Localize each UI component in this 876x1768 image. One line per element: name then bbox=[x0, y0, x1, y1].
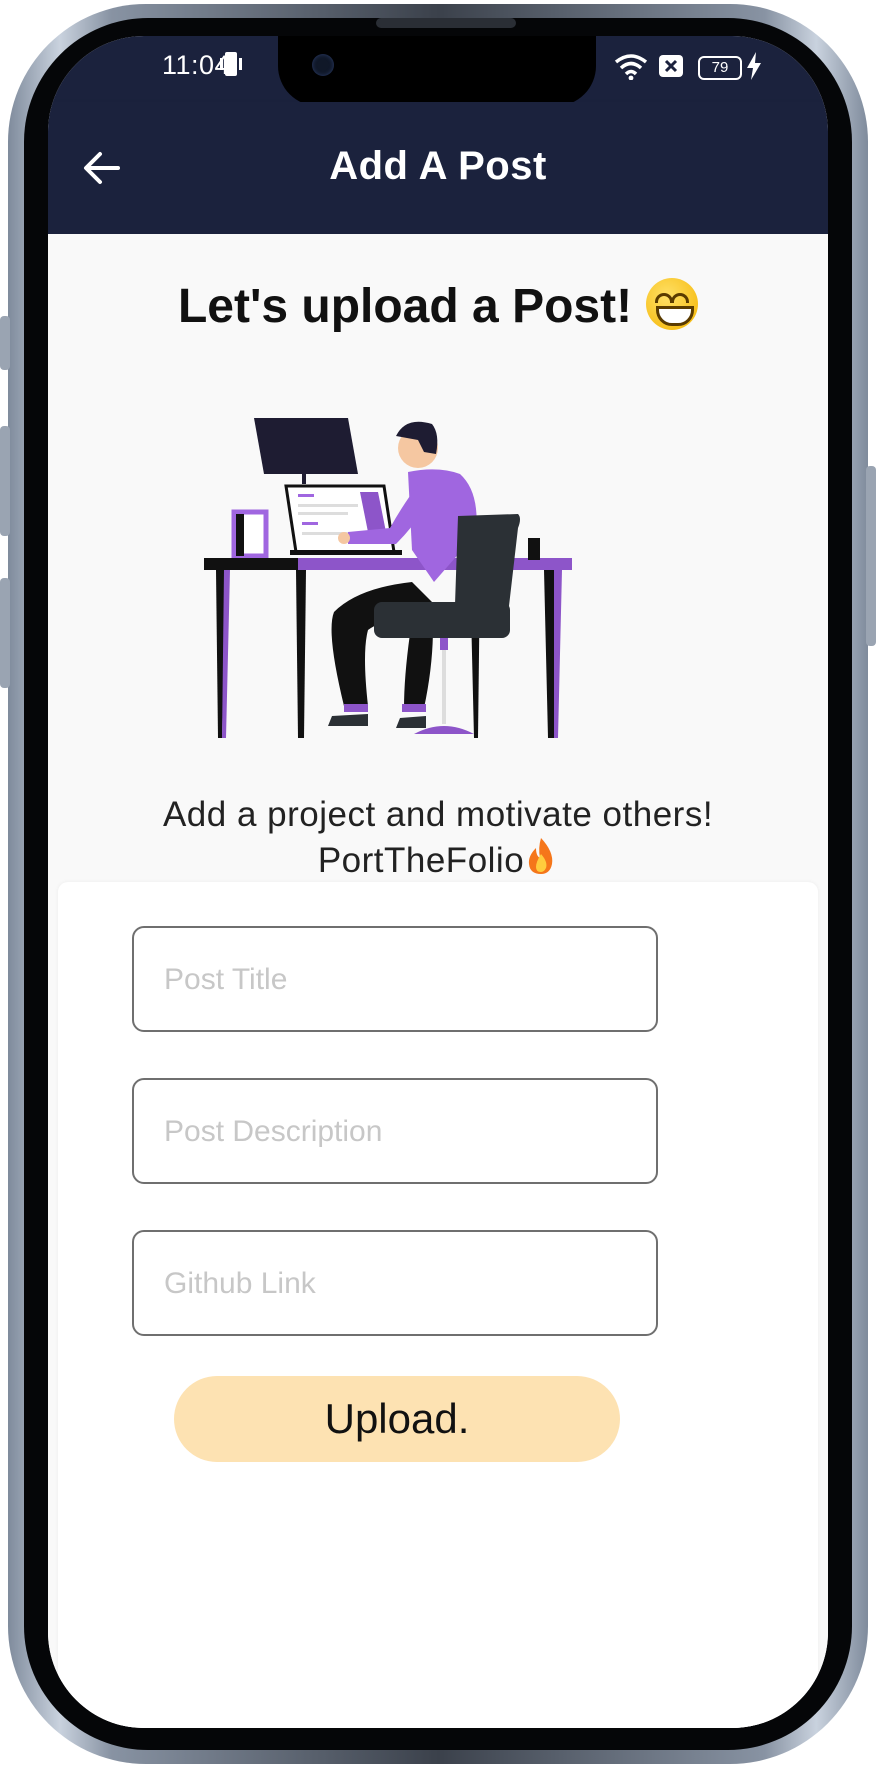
person-at-desk-illustration bbox=[204, 418, 572, 738]
subtitle: Add a project and motivate others! PortT… bbox=[48, 794, 828, 882]
post-form-card: Upload. bbox=[58, 882, 818, 1728]
upload-button[interactable]: Upload. bbox=[174, 1376, 620, 1462]
side-button-volume-down bbox=[0, 578, 10, 688]
headline: Let's upload a Post! bbox=[48, 278, 828, 334]
subtitle-line-2: PortTheFolio bbox=[317, 841, 525, 880]
github-link-input[interactable] bbox=[162, 1232, 626, 1336]
headline-text: Let's upload a Post! bbox=[177, 280, 633, 333]
post-title-field bbox=[132, 926, 658, 1032]
post-description-field bbox=[132, 1078, 658, 1184]
page-title: Add A Post bbox=[329, 144, 547, 188]
github-link-field bbox=[132, 1230, 658, 1336]
wifi-icon bbox=[614, 52, 648, 85]
subtitle-line-2-wrap: PortTheFolio bbox=[48, 836, 828, 882]
status-bar: 11:04 79 bbox=[48, 36, 828, 106]
post-title-input[interactable] bbox=[162, 928, 626, 1032]
front-camera bbox=[312, 54, 334, 76]
charging-icon bbox=[746, 52, 762, 85]
battery-indicator: 79 bbox=[698, 56, 742, 80]
subtitle-line-1: Add a project and motivate others! bbox=[162, 795, 714, 834]
main-content: Let's upload a Post! Add a project and m… bbox=[48, 234, 828, 1728]
post-description-input[interactable] bbox=[162, 1080, 626, 1184]
sim-x-icon bbox=[658, 54, 684, 83]
grinning-face-emoji-icon bbox=[646, 278, 699, 330]
phone-screen: 11:04 79 Add A Post Let's upload a Post! bbox=[48, 36, 828, 1728]
app-bar: Add A Post bbox=[48, 102, 828, 234]
side-button-volume-up bbox=[0, 426, 10, 536]
phone-vibrate-icon bbox=[218, 50, 244, 83]
side-button-mute bbox=[0, 316, 10, 370]
fire-icon bbox=[529, 838, 553, 874]
side-button-power bbox=[866, 466, 876, 646]
speaker-slot bbox=[376, 18, 516, 28]
